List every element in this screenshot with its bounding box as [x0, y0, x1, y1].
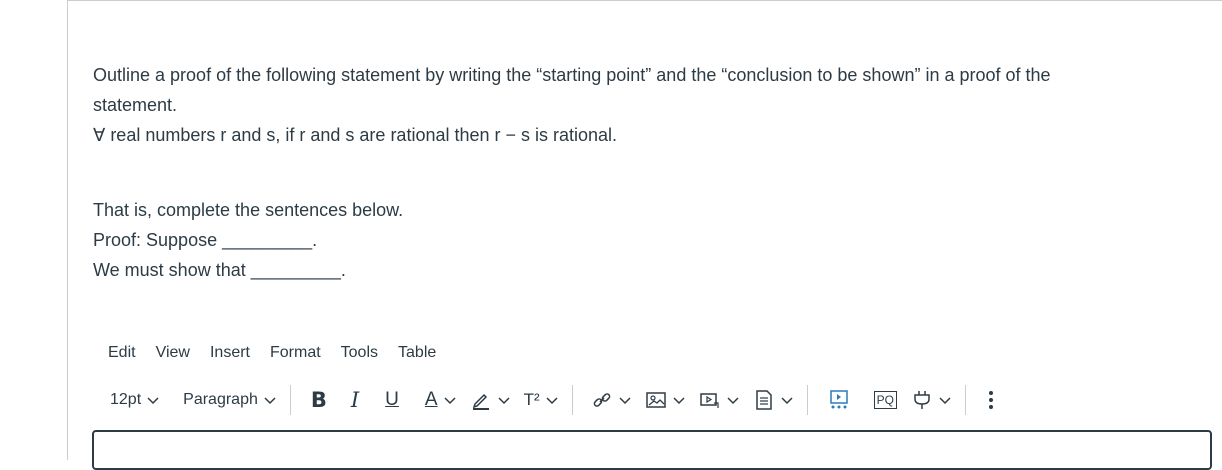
- chevron-down-icon: [939, 394, 951, 406]
- pq-button[interactable]: PQ: [873, 383, 897, 417]
- editor-toolbar: 12pt Paragraph B I U A T² PQ: [100, 383, 1140, 417]
- chevron-down-icon: [781, 394, 793, 406]
- highlight-color-button[interactable]: [470, 383, 510, 417]
- question-line-2: statement.: [93, 95, 178, 115]
- underline-button[interactable]: U: [385, 383, 399, 417]
- image-icon: [645, 389, 667, 411]
- font-size-value: 12pt: [110, 391, 142, 408]
- link-button[interactable]: [591, 383, 631, 417]
- chevron-down-icon: [546, 394, 558, 406]
- italic-button[interactable]: I: [351, 383, 359, 417]
- toolbar-divider: [806, 385, 808, 415]
- menu-table[interactable]: Table: [388, 340, 446, 366]
- block-format-select[interactable]: Paragraph: [183, 383, 276, 417]
- question-line-1: Outline a proof of the following stateme…: [93, 65, 1051, 85]
- more-button[interactable]: [980, 383, 1002, 417]
- toolbar-divider: [964, 385, 966, 415]
- pq-label: PQ: [873, 391, 897, 409]
- link-icon: [591, 389, 613, 411]
- proof-sentence: Proof: Suppose _________.: [93, 230, 318, 250]
- text-color-label: A: [424, 389, 438, 410]
- chevron-down-icon: [673, 394, 685, 406]
- chevron-down-icon: [727, 394, 739, 406]
- apps-button[interactable]: [828, 383, 850, 417]
- rich-text-editor-area[interactable]: [92, 430, 1212, 470]
- chevron-down-icon: [619, 394, 631, 406]
- block-format-value: Paragraph: [183, 391, 258, 408]
- image-button[interactable]: [645, 383, 685, 417]
- superscript-label: T²: [523, 390, 540, 409]
- document-icon: [753, 389, 775, 411]
- plug-icon: [911, 389, 933, 411]
- chevron-down-icon: [444, 394, 456, 406]
- show-sentence: We must show that _________.: [93, 260, 346, 280]
- apps-icon: [828, 389, 850, 411]
- menu-edit[interactable]: Edit: [98, 340, 146, 366]
- toolbar-divider: [571, 385, 573, 415]
- plugin-button[interactable]: [911, 383, 951, 417]
- question-instruction: That is, complete the sentences below.: [93, 200, 404, 220]
- question-statement: ∀ real numbers r and s, if r and s are r…: [93, 125, 618, 145]
- text-color-button[interactable]: A: [425, 383, 456, 417]
- chevron-down-icon: [498, 394, 510, 406]
- chevron-down-icon: [264, 394, 276, 406]
- media-icon: [699, 389, 721, 411]
- more-icon: [980, 389, 1002, 411]
- editor-menubar: Edit View Insert Format Tools Table: [98, 340, 446, 366]
- question-text: Outline a proof of the following stateme…: [93, 60, 1193, 285]
- menu-view[interactable]: View: [146, 340, 200, 366]
- menu-insert[interactable]: Insert: [200, 340, 260, 366]
- highlight-pen-icon: [470, 389, 492, 411]
- menu-format[interactable]: Format: [260, 340, 331, 366]
- toolbar-divider: [289, 385, 291, 415]
- document-button[interactable]: [753, 383, 793, 417]
- menu-tools[interactable]: Tools: [331, 340, 388, 366]
- media-button[interactable]: [699, 383, 739, 417]
- chevron-down-icon: [147, 394, 159, 406]
- font-size-select[interactable]: 12pt: [110, 383, 159, 417]
- superscript-button[interactable]: T²: [524, 383, 558, 417]
- bold-button[interactable]: B: [311, 383, 327, 417]
